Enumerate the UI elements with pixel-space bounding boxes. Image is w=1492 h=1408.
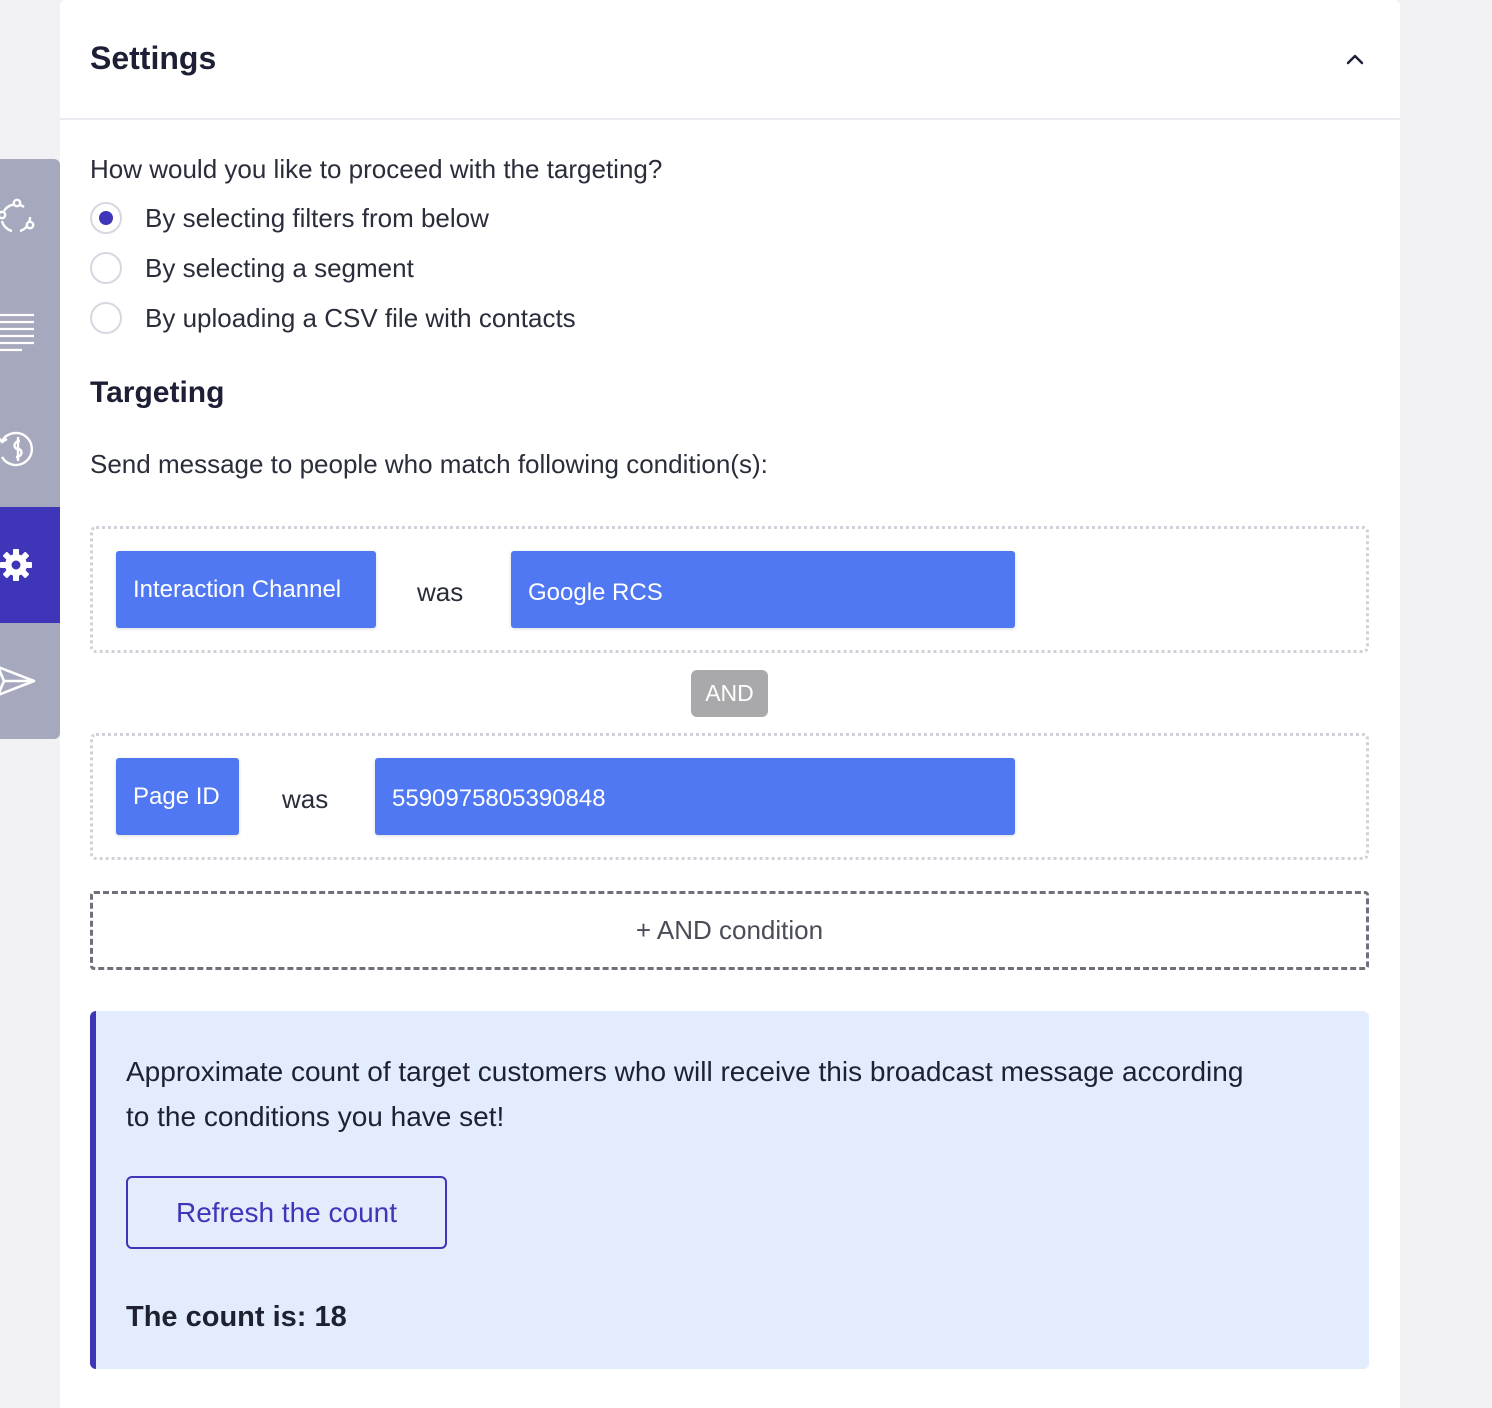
condition-value-chip[interactable]: Google RCS [511, 551, 1015, 628]
targeting-mode-question: How would you like to proceed with the t… [90, 154, 663, 184]
radio-label-segment: By selecting a segment [145, 252, 414, 283]
count-result: The count is: 18 [126, 1301, 347, 1333]
rail-item-send[interactable] [0, 623, 60, 739]
count-description: Approximate count of target customers wh… [126, 1056, 1244, 1132]
targeting-description: Send message to people who match followi… [90, 449, 768, 479]
side-nav-rail [0, 159, 60, 739]
add-and-condition-button[interactable]: + AND condition [90, 891, 1369, 970]
condition-value-chip[interactable]: 5590975805390848 [375, 758, 1015, 835]
and-joiner-badge: AND [691, 670, 768, 717]
nodes-icon [0, 198, 35, 233]
condition-field-chip[interactable]: Page ID [116, 758, 239, 835]
radio-button-filters[interactable] [90, 202, 122, 234]
condition-row: Interaction Channel was Google RCS [90, 526, 1369, 653]
radio-option-filters[interactable]: By selecting filters from below [90, 202, 489, 234]
condition-operator: was [417, 577, 464, 607]
radio-label-filters: By selecting filters from below [145, 202, 489, 233]
radio-button-segment[interactable] [90, 252, 122, 284]
schedule-icon [0, 431, 34, 467]
settings-panel: Settings How would you like to proceed w… [60, 0, 1400, 1408]
radio-option-csv[interactable]: By uploading a CSV file with contacts [90, 302, 576, 334]
refresh-count-button[interactable]: Refresh the count [126, 1176, 447, 1249]
count-info-box: Approximate count of target customers wh… [90, 1011, 1369, 1369]
rail-item-settings[interactable] [0, 507, 60, 623]
condition-row: Page ID was 5590975805390848 [90, 733, 1369, 860]
collapse-button[interactable] [1340, 44, 1370, 74]
radio-option-segment[interactable]: By selecting a segment [90, 252, 414, 284]
panel-title: Settings [90, 39, 217, 76]
rail-item-workflow[interactable] [0, 159, 60, 275]
panel-header[interactable]: Settings [60, 0, 1400, 120]
radio-button-csv[interactable] [90, 302, 122, 334]
condition-field-chip[interactable]: Interaction Channel [116, 551, 376, 628]
rail-item-schedule[interactable] [0, 391, 60, 507]
radio-label-csv: By uploading a CSV file with contacts [145, 302, 576, 333]
condition-operator: was [282, 784, 329, 814]
list-icon [0, 313, 34, 352]
gear-icon [0, 549, 32, 581]
send-icon [0, 666, 36, 696]
chevron-up-icon [1346, 54, 1364, 65]
rail-item-content[interactable] [0, 275, 60, 391]
targeting-title: Targeting [90, 376, 225, 409]
